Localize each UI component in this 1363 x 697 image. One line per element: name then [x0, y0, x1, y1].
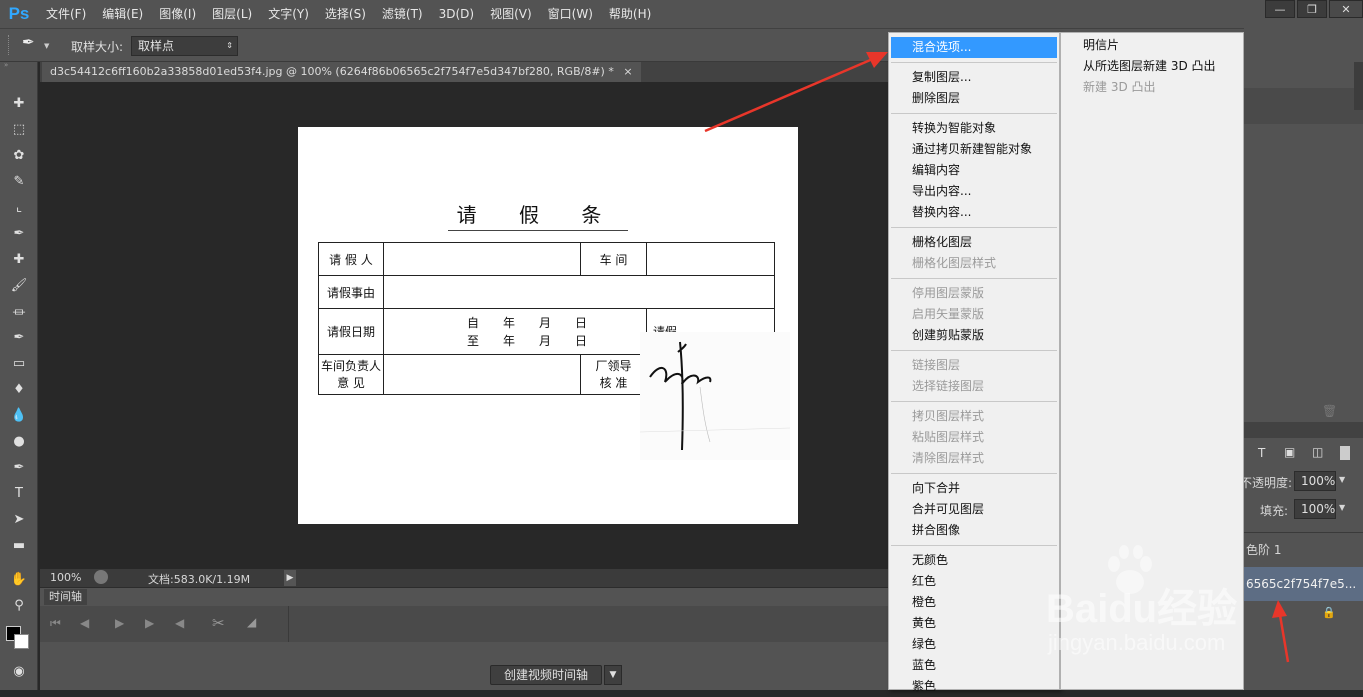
- annotation-arrow-menu: [704, 52, 888, 133]
- watermark-brand: Baidu经验: [1046, 587, 1238, 631]
- watermark-url: jingyan.baidu.com: [1048, 630, 1226, 655]
- baidu-watermark: Baidu经验 jingyan.baidu.com: [1040, 542, 1340, 662]
